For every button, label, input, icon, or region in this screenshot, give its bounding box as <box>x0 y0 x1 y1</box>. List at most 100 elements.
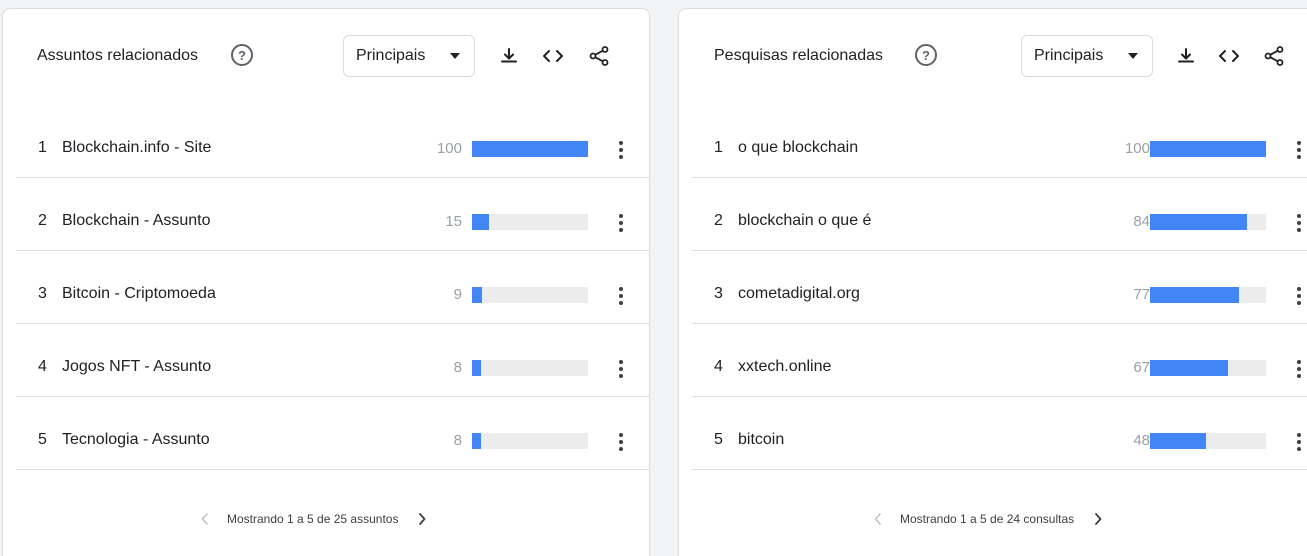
bar-track <box>472 433 588 449</box>
bar-fill <box>472 433 482 449</box>
help-circle-icon[interactable]: ? <box>231 44 253 66</box>
bar-track <box>472 141 588 157</box>
row-label[interactable]: o que blockchain <box>738 139 858 157</box>
more-vert-icon[interactable] <box>1291 212 1307 234</box>
chevron-right-icon[interactable] <box>410 507 434 531</box>
row-value: 8 <box>453 432 462 449</box>
row-rank: 1 <box>38 139 47 156</box>
row-rank: 4 <box>714 358 723 375</box>
panel-title: Assuntos relacionados <box>37 47 198 64</box>
more-vert-icon[interactable] <box>1291 139 1307 161</box>
share-icon[interactable] <box>1261 43 1287 69</box>
row-label[interactable]: Jogos NFT - Assunto <box>62 358 211 376</box>
related-queries-panel: Pesquisas relacionadas ? Principais 1 o … <box>678 8 1307 556</box>
list-item[interactable]: 3 Bitcoin - Criptomoeda 9 <box>16 251 649 324</box>
related-topics-panel: Assuntos relacionados ? Principais 1 Blo… <box>2 8 650 556</box>
more-vert-icon[interactable] <box>1291 358 1307 380</box>
bar-track <box>1150 141 1266 157</box>
row-label[interactable]: Tecnologia - Assunto <box>62 431 210 449</box>
pagination: Mostrando 1 a 5 de 24 consultas <box>866 507 1110 531</box>
bar-fill <box>1150 214 1248 230</box>
caret-down-icon <box>450 53 460 59</box>
ranking-dropdown[interactable]: Principais <box>343 35 475 77</box>
panel-header: Pesquisas relacionadas ? Principais <box>679 35 1307 77</box>
dropdown-selected: Principais <box>356 47 426 64</box>
list-item[interactable]: 4 Jogos NFT - Assunto 8 <box>16 324 649 397</box>
list-item[interactable]: 1 o que blockchain 100 <box>692 105 1307 178</box>
ranking-list: 1 Blockchain.info - Site 100 2 Blockchai… <box>16 105 649 470</box>
row-rank: 2 <box>714 212 723 229</box>
bar-track <box>1150 360 1266 376</box>
more-vert-icon[interactable] <box>1291 431 1307 453</box>
list-item[interactable]: 1 Blockchain.info - Site 100 <box>16 105 649 178</box>
bar-track <box>472 214 588 230</box>
share-icon[interactable] <box>586 43 612 69</box>
bar-track <box>472 287 588 303</box>
row-label[interactable]: Bitcoin - Criptomoeda <box>62 285 216 303</box>
bar-fill <box>1150 141 1266 157</box>
row-label[interactable]: blockchain o que é <box>738 212 871 230</box>
chevron-right-icon[interactable] <box>1086 507 1110 531</box>
row-label[interactable]: bitcoin <box>738 431 784 449</box>
list-item[interactable]: 2 Blockchain - Assunto 15 <box>16 178 649 251</box>
list-item[interactable]: 3 cometadigital.org 77 <box>692 251 1307 324</box>
more-vert-icon[interactable] <box>613 431 629 453</box>
row-value: 8 <box>453 359 462 376</box>
bar-track <box>1150 433 1266 449</box>
row-value: 84 <box>1133 213 1150 230</box>
bar-fill <box>472 287 483 303</box>
bar-fill <box>472 141 588 157</box>
panel-title: Pesquisas relacionadas <box>714 47 883 64</box>
pagination-text: Mostrando 1 a 5 de 25 assuntos <box>227 512 399 526</box>
list-item[interactable]: 2 blockchain o que é 84 <box>692 178 1307 251</box>
pagination: Mostrando 1 a 5 de 25 assuntos <box>193 507 434 531</box>
row-value: 15 <box>445 213 462 230</box>
download-icon[interactable] <box>496 43 522 69</box>
list-item[interactable]: 4 xxtech.online 67 <box>692 324 1307 397</box>
more-vert-icon[interactable] <box>613 212 629 234</box>
list-item[interactable]: 5 bitcoin 48 <box>692 397 1307 470</box>
row-value: 100 <box>1124 140 1150 157</box>
ranking-list: 1 o que blockchain 100 2 blockchain o qu… <box>692 105 1307 470</box>
row-value: 48 <box>1133 432 1150 449</box>
bar-fill <box>1150 433 1206 449</box>
help-circle-icon[interactable]: ? <box>915 44 937 66</box>
panel-header: Assuntos relacionados ? Principais <box>3 35 649 77</box>
pagination-text: Mostrando 1 a 5 de 24 consultas <box>900 512 1075 526</box>
more-vert-icon[interactable] <box>1291 285 1307 307</box>
row-rank: 4 <box>38 358 47 375</box>
download-icon[interactable] <box>1173 43 1199 69</box>
bar-fill <box>1150 287 1240 303</box>
row-label[interactable]: cometadigital.org <box>738 285 860 303</box>
chevron-left-icon[interactable] <box>193 507 217 531</box>
bar-fill <box>472 214 490 230</box>
ranking-dropdown[interactable]: Principais <box>1021 35 1153 77</box>
row-label[interactable]: Blockchain - Assunto <box>62 212 211 230</box>
embed-code-icon[interactable] <box>540 43 566 69</box>
row-value: 77 <box>1133 286 1150 303</box>
dropdown-selected: Principais <box>1034 47 1104 64</box>
bar-fill <box>472 360 482 376</box>
row-rank: 2 <box>38 212 47 229</box>
more-vert-icon[interactable] <box>613 358 629 380</box>
row-rank: 3 <box>714 285 723 302</box>
bar-track <box>472 360 588 376</box>
embed-code-icon[interactable] <box>1216 43 1242 69</box>
more-vert-icon[interactable] <box>613 285 629 307</box>
row-label[interactable]: Blockchain.info - Site <box>62 139 211 157</box>
row-rank: 1 <box>714 139 723 156</box>
row-label[interactable]: xxtech.online <box>738 358 831 376</box>
bar-fill <box>1150 360 1228 376</box>
row-rank: 5 <box>38 431 47 448</box>
bar-track <box>1150 214 1266 230</box>
chevron-left-icon[interactable] <box>866 507 890 531</box>
more-vert-icon[interactable] <box>613 139 629 161</box>
row-rank: 5 <box>714 431 723 448</box>
row-value: 100 <box>436 140 462 157</box>
row-value: 67 <box>1133 359 1150 376</box>
row-rank: 3 <box>38 285 47 302</box>
list-item[interactable]: 5 Tecnologia - Assunto 8 <box>16 397 649 470</box>
caret-down-icon <box>1128 53 1138 59</box>
row-value: 9 <box>453 286 462 303</box>
bar-track <box>1150 287 1266 303</box>
